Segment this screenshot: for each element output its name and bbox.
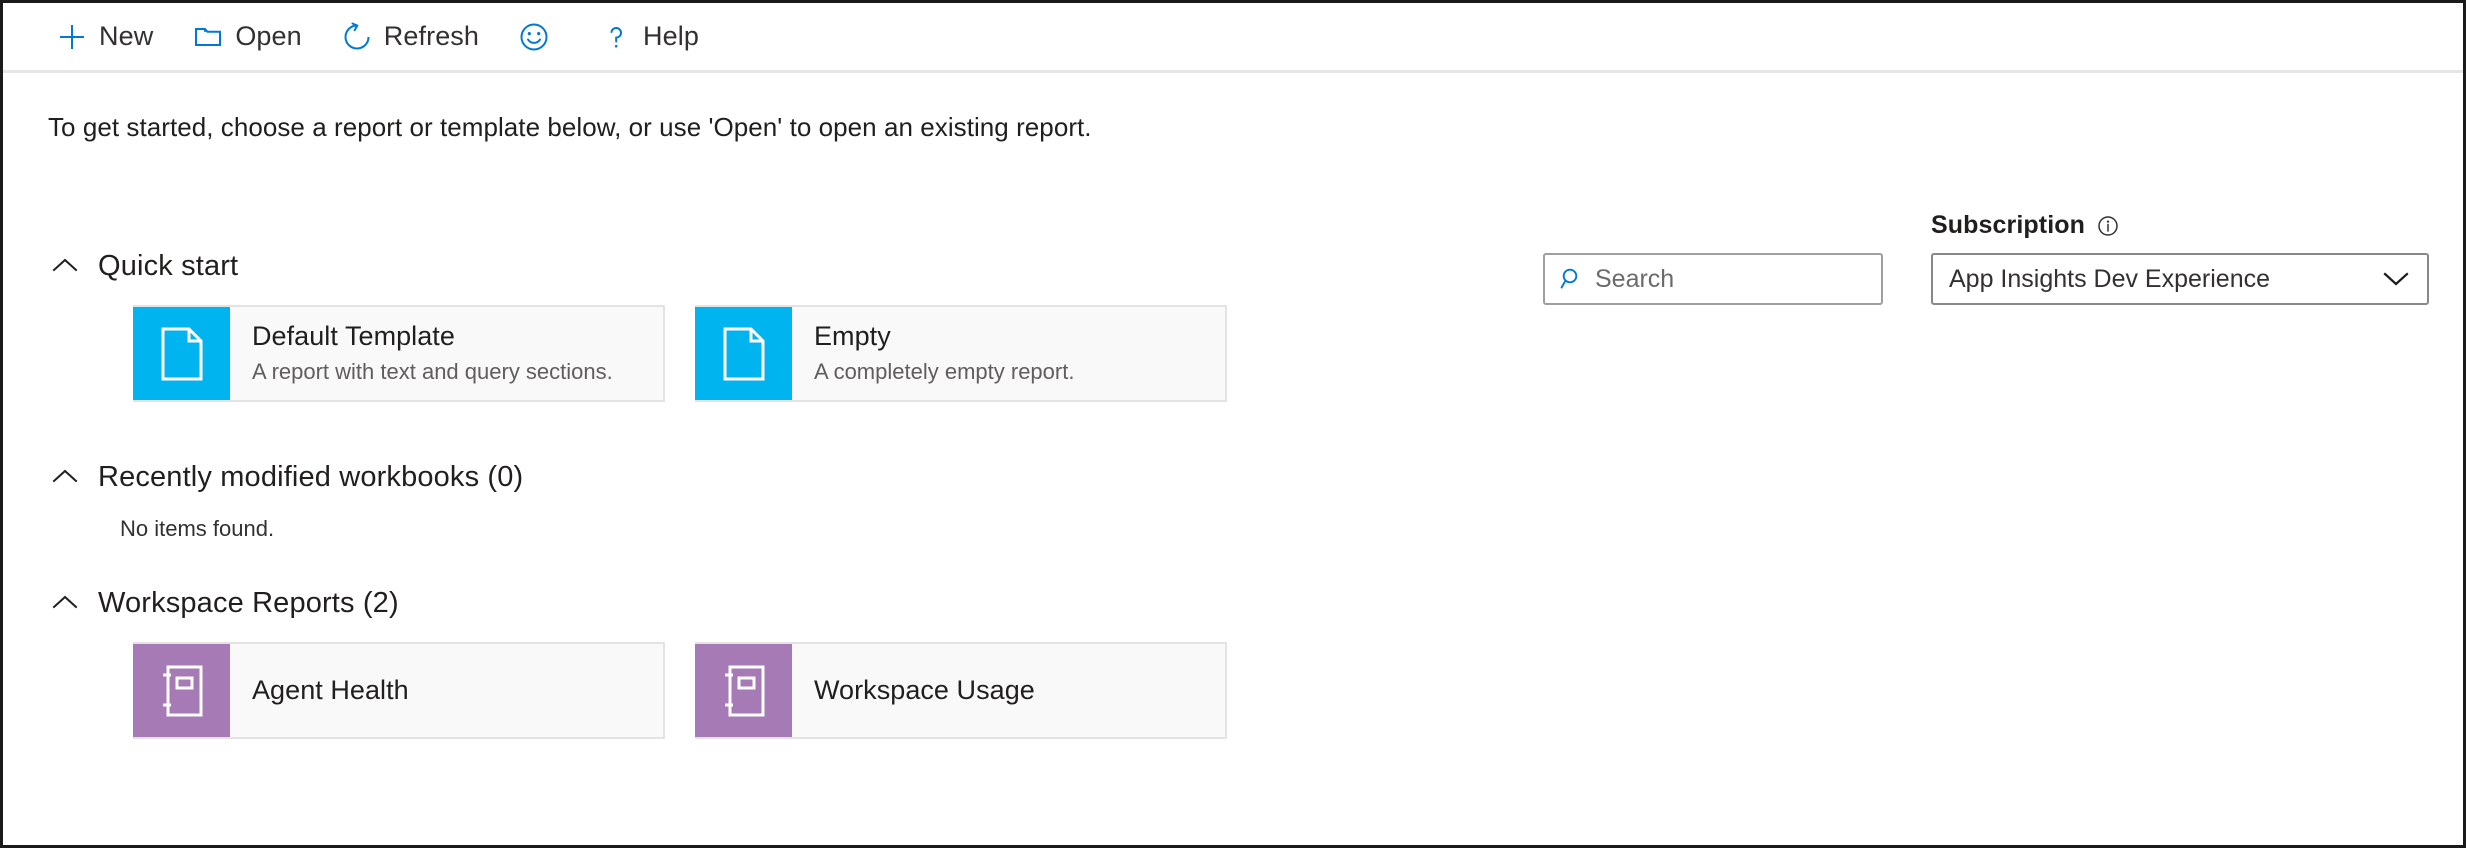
help-button[interactable]: Help bbox=[585, 9, 713, 65]
open-button-label: Open bbox=[235, 21, 301, 52]
help-button-label: Help bbox=[643, 21, 699, 52]
refresh-button[interactable]: Refresh bbox=[326, 9, 493, 65]
card-body: Empty A completely empty report. bbox=[792, 307, 1225, 400]
report-card-agent-health[interactable]: Agent Health bbox=[133, 642, 665, 739]
command-bar: New Open Refresh bbox=[3, 3, 2463, 73]
card-icon-tile bbox=[133, 307, 230, 400]
card-title: Default Template bbox=[252, 321, 663, 353]
question-mark-icon bbox=[599, 20, 633, 54]
empty-state-text: No items found. bbox=[48, 494, 2463, 542]
card-icon-tile bbox=[695, 644, 792, 737]
card-body: Default Template A report with text and … bbox=[230, 307, 663, 400]
plus-icon bbox=[55, 20, 89, 54]
card-subtitle: A report with text and query sections. bbox=[252, 359, 663, 385]
intro-text: To get started, choose a report or templ… bbox=[3, 73, 2463, 143]
section-workspace-reports: Workspace Reports (2) bbox=[48, 586, 2463, 739]
folder-open-icon bbox=[191, 20, 225, 54]
subscription-selected-value: App Insights Dev Experience bbox=[1949, 265, 2270, 294]
card-icon-tile bbox=[695, 307, 792, 400]
gallery-sections: Quick start Def bbox=[3, 249, 2463, 739]
section-header-workspace-reports[interactable]: Workspace Reports (2) bbox=[48, 586, 2463, 620]
card-subtitle: A completely empty report. bbox=[814, 359, 1225, 385]
search-input[interactable] bbox=[1595, 265, 1845, 294]
chevron-up-icon bbox=[48, 249, 82, 283]
refresh-icon bbox=[340, 20, 374, 54]
section-recently-modified-workbooks: Recently modified workbooks (0) No items… bbox=[48, 460, 2463, 542]
open-button[interactable]: Open bbox=[177, 9, 315, 65]
card-title: Empty bbox=[814, 321, 1225, 353]
gallery-filters: Subscription App Insights Dev Experience bbox=[1543, 211, 2429, 305]
subscription-label-row: Subscription bbox=[1931, 211, 2429, 240]
document-icon bbox=[158, 326, 206, 382]
search-input-box[interactable] bbox=[1543, 253, 1883, 305]
search-icon bbox=[1559, 266, 1585, 292]
new-button[interactable]: New bbox=[41, 9, 167, 65]
section-title: Workspace Reports (2) bbox=[98, 587, 399, 620]
template-card-default-template[interactable]: Default Template A report with text and … bbox=[133, 305, 665, 402]
report-card-workspace-usage[interactable]: Workspace Usage bbox=[695, 642, 1227, 739]
smiley-feedback-icon bbox=[517, 20, 551, 54]
section-title: Recently modified workbooks (0) bbox=[98, 461, 523, 494]
section-header-recently-modified[interactable]: Recently modified workbooks (0) bbox=[48, 460, 2463, 494]
workbooks-gallery-page: New Open Refresh bbox=[0, 0, 2466, 848]
card-body: Workspace Usage bbox=[792, 644, 1225, 737]
chevron-up-icon bbox=[48, 460, 82, 494]
workbook-icon bbox=[719, 663, 769, 719]
workbook-icon bbox=[157, 663, 207, 719]
card-icon-tile bbox=[133, 644, 230, 737]
card-body: Agent Health bbox=[230, 644, 663, 737]
card-title: Workspace Usage bbox=[814, 675, 1225, 707]
search-field-wrapper bbox=[1543, 253, 1883, 305]
template-card-empty[interactable]: Empty A completely empty report. bbox=[695, 305, 1227, 402]
chevron-up-icon bbox=[48, 586, 82, 620]
info-icon[interactable] bbox=[2096, 214, 2120, 238]
refresh-button-label: Refresh bbox=[384, 21, 479, 52]
card-title: Agent Health bbox=[252, 675, 663, 707]
subscription-picker: Subscription App Insights Dev Experience bbox=[1931, 211, 2429, 305]
gallery-content: To get started, choose a report or templ… bbox=[3, 73, 2463, 739]
section-title: Quick start bbox=[98, 250, 238, 283]
document-icon bbox=[720, 326, 768, 382]
card-row-workspace-reports: Agent Health bbox=[48, 620, 2463, 739]
chevron-down-icon bbox=[2381, 270, 2411, 288]
subscription-dropdown[interactable]: App Insights Dev Experience bbox=[1931, 253, 2429, 305]
new-button-label: New bbox=[99, 21, 153, 52]
subscription-label: Subscription bbox=[1931, 211, 2085, 240]
feedback-button[interactable] bbox=[503, 9, 575, 65]
